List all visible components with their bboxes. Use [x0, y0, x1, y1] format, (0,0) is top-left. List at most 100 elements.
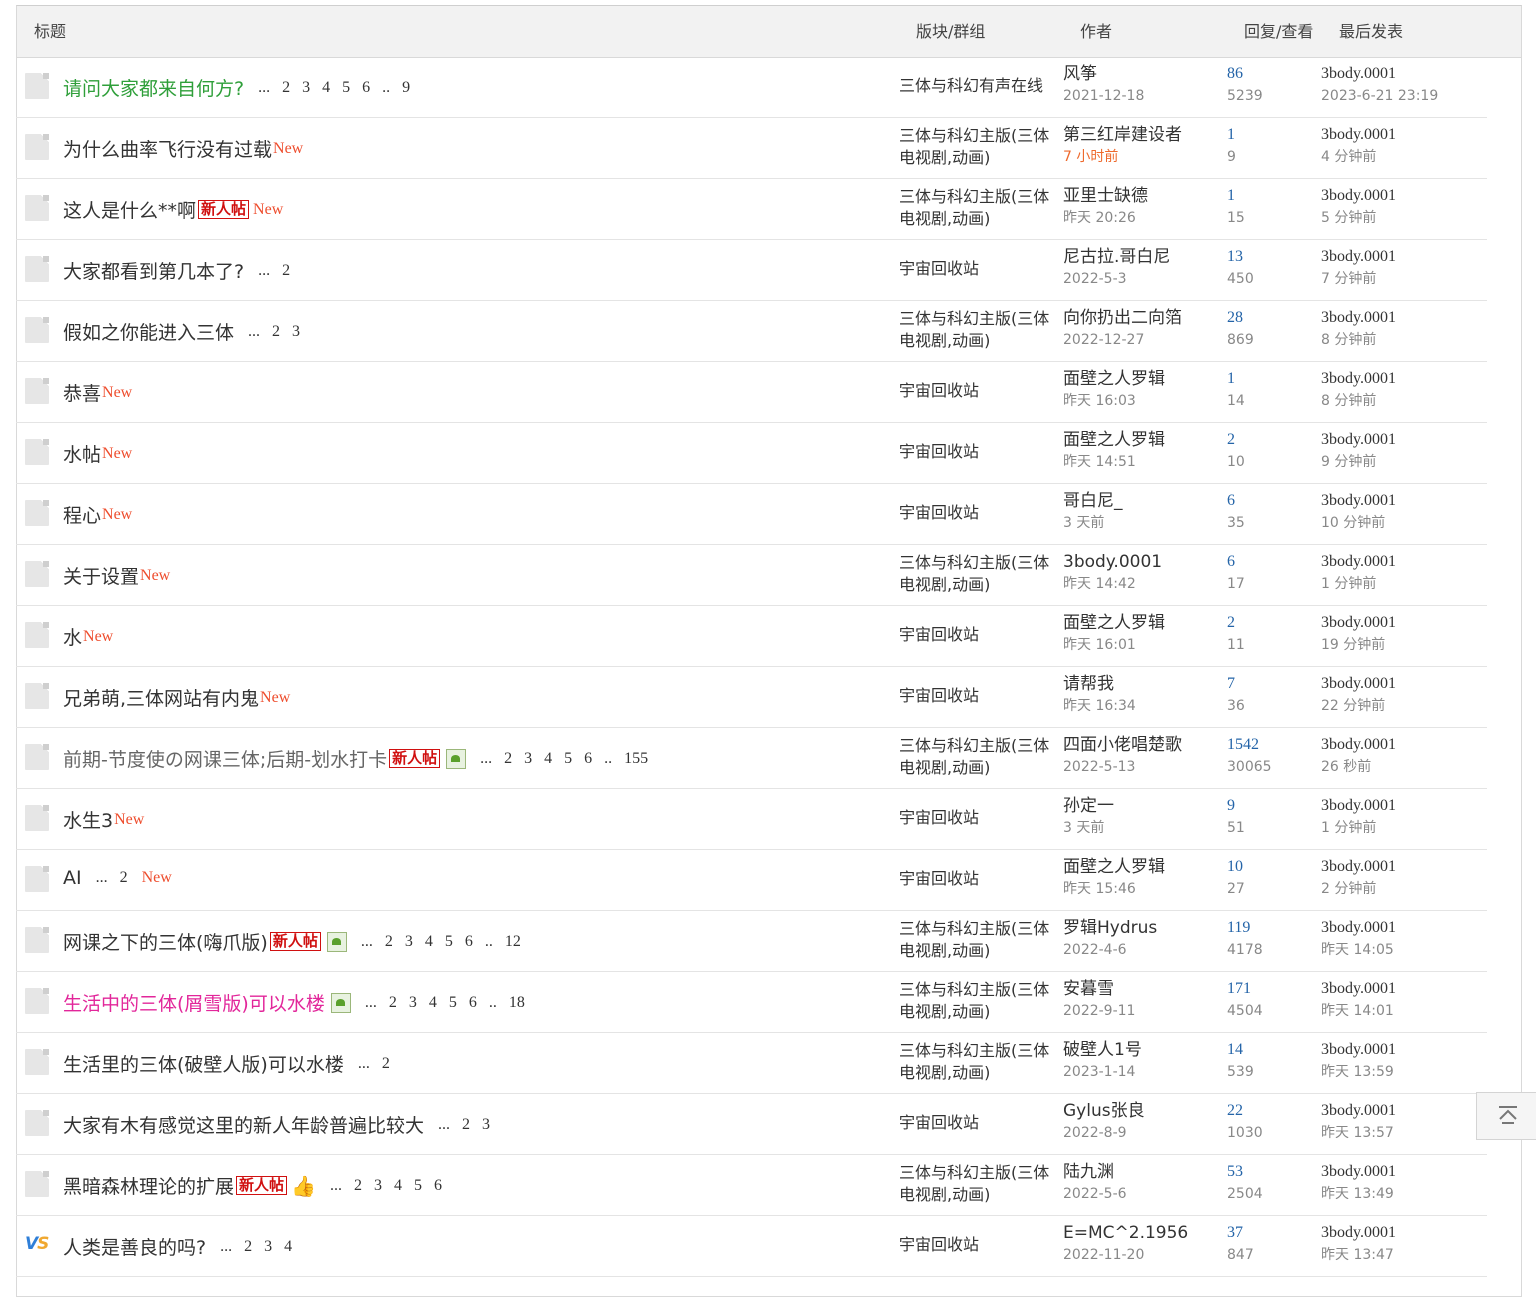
reply-count[interactable]: 14 — [1227, 1039, 1254, 1061]
last-poster-link[interactable]: 3body.0001 — [1321, 124, 1396, 146]
author-link[interactable]: Gylus张良 — [1063, 1100, 1145, 1122]
author-link[interactable]: 哥白尼_ — [1063, 490, 1123, 512]
thread-title-link[interactable]: 大家有木有感觉这里的新人年龄普遍比较大 — [63, 1111, 424, 1138]
last-poster-link[interactable]: 3body.0001 — [1321, 307, 1396, 329]
last-poster-link[interactable]: 3body.0001 — [1321, 490, 1396, 512]
forum-link[interactable]: 宇宙回收站 — [899, 380, 1057, 402]
author-link[interactable]: 亚里士缺德 — [1063, 185, 1148, 207]
forum-link[interactable]: 宇宙回收站 — [899, 624, 1057, 646]
reply-count[interactable]: 1 — [1227, 185, 1245, 207]
author-link[interactable]: 安暮雪 — [1063, 978, 1135, 1000]
reply-count[interactable]: 6 — [1227, 551, 1245, 573]
forum-link[interactable]: 三体与科幻主版(三体电视剧,动画) — [899, 186, 1057, 230]
author-link[interactable]: 面壁之人罗辑 — [1063, 368, 1165, 390]
page-links[interactable]: ... 2 3 — [248, 323, 300, 341]
last-poster-link[interactable]: 3body.0001 — [1321, 917, 1396, 939]
author-link[interactable]: 四面小佬唱楚歌 — [1063, 734, 1182, 756]
last-poster-link[interactable]: 3body.0001 — [1321, 612, 1396, 634]
author-link[interactable]: 面壁之人罗辑 — [1063, 429, 1165, 451]
thread-title-link[interactable]: 前期-节度使の网课三体;后期-划水打卡 — [63, 745, 387, 772]
reply-count[interactable]: 2 — [1227, 429, 1245, 451]
page-links[interactable]: ... 2 3 4 5 6 .. 9 — [258, 79, 410, 97]
reply-count[interactable]: 1542 — [1227, 734, 1272, 756]
thread-title-link[interactable]: 人类是善良的吗? — [63, 1233, 206, 1260]
forum-link[interactable]: 宇宙回收站 — [899, 807, 1057, 829]
author-link[interactable]: 面壁之人罗辑 — [1063, 612, 1165, 634]
forum-link[interactable]: 宇宙回收站 — [899, 868, 1057, 890]
page-links[interactable]: ... 2 3 4 5 6 .. 18 — [365, 994, 525, 1012]
forum-link[interactable]: 三体与科幻主版(三体电视剧,动画) — [899, 735, 1057, 779]
last-poster-link[interactable]: 3body.0001 — [1321, 1161, 1396, 1183]
reply-count[interactable]: 1 — [1227, 368, 1245, 390]
thread-title-link[interactable]: 请问大家都来自何方? — [63, 74, 244, 101]
page-links[interactable]: ... 2 3 — [438, 1116, 490, 1134]
forum-link[interactable]: 三体与科幻主版(三体电视剧,动画) — [899, 918, 1057, 962]
page-links[interactable]: ... 2 — [358, 1055, 390, 1073]
author-link[interactable]: 陆九渊 — [1063, 1161, 1127, 1183]
author-link[interactable]: 3body.0001 — [1063, 551, 1162, 573]
reply-count[interactable]: 119 — [1227, 917, 1263, 939]
author-link[interactable]: 罗辑Hydrus — [1063, 917, 1157, 939]
forum-link[interactable]: 宇宙回收站 — [899, 258, 1057, 280]
forum-link[interactable]: 三体与科幻主版(三体电视剧,动画) — [899, 552, 1057, 596]
reply-count[interactable]: 22 — [1227, 1100, 1263, 1122]
forum-link[interactable]: 宇宙回收站 — [899, 441, 1057, 463]
forum-link[interactable]: 宇宙回收站 — [899, 502, 1057, 524]
reply-count[interactable]: 86 — [1227, 63, 1263, 85]
thread-title-link[interactable]: 水 — [63, 623, 82, 650]
thread-title-link[interactable]: 关于设置 — [63, 562, 139, 589]
page-links[interactable]: ... 2 3 4 5 6 .. 155 — [480, 750, 648, 768]
reply-count[interactable]: 13 — [1227, 246, 1254, 268]
forum-link[interactable]: 三体与科幻有声在线 — [899, 75, 1057, 97]
last-poster-link[interactable]: 3body.0001 — [1321, 246, 1396, 268]
forum-link[interactable]: 三体与科幻主版(三体电视剧,动画) — [899, 308, 1057, 352]
last-poster-link[interactable]: 3body.0001 — [1321, 673, 1396, 695]
last-poster-link[interactable]: 3body.0001 — [1321, 734, 1396, 756]
forum-link[interactable]: 宇宙回收站 — [899, 1234, 1057, 1256]
author-link[interactable]: 请帮我 — [1063, 673, 1136, 695]
reply-count[interactable]: 171 — [1227, 978, 1263, 1000]
thread-title-link[interactable]: 水生3 — [63, 806, 113, 833]
author-link[interactable]: 尼古拉.哥白尼 — [1063, 246, 1170, 268]
thread-title-link[interactable]: 恭喜 — [63, 379, 101, 406]
reply-count[interactable]: 10 — [1227, 856, 1245, 878]
last-poster-link[interactable]: 3body.0001 — [1321, 795, 1396, 817]
reply-count[interactable]: 6 — [1227, 490, 1245, 512]
back-to-top-button[interactable] — [1476, 1092, 1536, 1140]
thread-title-link[interactable]: 生活里的三体(破壁人版)可以水楼 — [63, 1050, 344, 1077]
page-links[interactable]: ... 2 3 4 — [220, 1238, 292, 1256]
last-poster-link[interactable]: 3body.0001 — [1321, 1100, 1396, 1122]
author-link[interactable]: 风筝 — [1063, 63, 1144, 85]
thread-title-link[interactable]: 生活中的三体(屑雪版)可以水楼 — [63, 989, 325, 1016]
author-link[interactable]: 向你扔出二向箔 — [1063, 307, 1182, 329]
thread-title-link[interactable]: 大家都看到第几本了? — [63, 257, 244, 284]
reply-count[interactable]: 37 — [1227, 1222, 1254, 1244]
last-poster-link[interactable]: 3body.0001 — [1321, 429, 1396, 451]
thread-title-link[interactable]: 这人是什么**啊 — [63, 196, 196, 223]
thread-title-link[interactable]: 水帖 — [63, 440, 101, 467]
thread-title-link[interactable]: 兄弟萌,三体网站有内鬼 — [63, 684, 259, 711]
page-links[interactable]: ... 2 3 4 5 6 — [330, 1177, 442, 1195]
thread-title-link[interactable]: 黑暗森林理论的扩展 — [63, 1172, 234, 1199]
thread-title-link[interactable]: 程心 — [63, 501, 101, 528]
forum-link[interactable]: 三体与科幻主版(三体电视剧,动画) — [899, 125, 1057, 169]
author-link[interactable]: E=MC^2.1956 — [1063, 1222, 1188, 1244]
author-link[interactable]: 面壁之人罗辑 — [1063, 856, 1165, 878]
page-links[interactable]: ... 2 3 4 5 6 .. 12 — [361, 933, 521, 951]
reply-count[interactable]: 2 — [1227, 612, 1245, 634]
forum-link[interactable]: 宇宙回收站 — [899, 685, 1057, 707]
author-link[interactable]: 第三红岸建设者 — [1063, 124, 1182, 146]
last-poster-link[interactable]: 3body.0001 — [1321, 856, 1396, 878]
reply-count[interactable]: 28 — [1227, 307, 1254, 329]
last-poster-link[interactable]: 3body.0001 — [1321, 63, 1438, 85]
reply-count[interactable]: 7 — [1227, 673, 1245, 695]
thread-title-link[interactable]: 假如之你能进入三体 — [63, 318, 234, 345]
last-poster-link[interactable]: 3body.0001 — [1321, 978, 1396, 1000]
forum-link[interactable]: 三体与科幻主版(三体电视剧,动画) — [899, 1040, 1057, 1084]
last-poster-link[interactable]: 3body.0001 — [1321, 185, 1396, 207]
page-links[interactable]: ... 2 — [96, 869, 128, 887]
author-link[interactable]: 孙定一 — [1063, 795, 1114, 817]
thread-title-link[interactable]: AI — [63, 867, 82, 889]
thread-title-link[interactable]: 为什么曲率飞行没有过载 — [63, 135, 272, 162]
reply-count[interactable]: 1 — [1227, 124, 1236, 146]
